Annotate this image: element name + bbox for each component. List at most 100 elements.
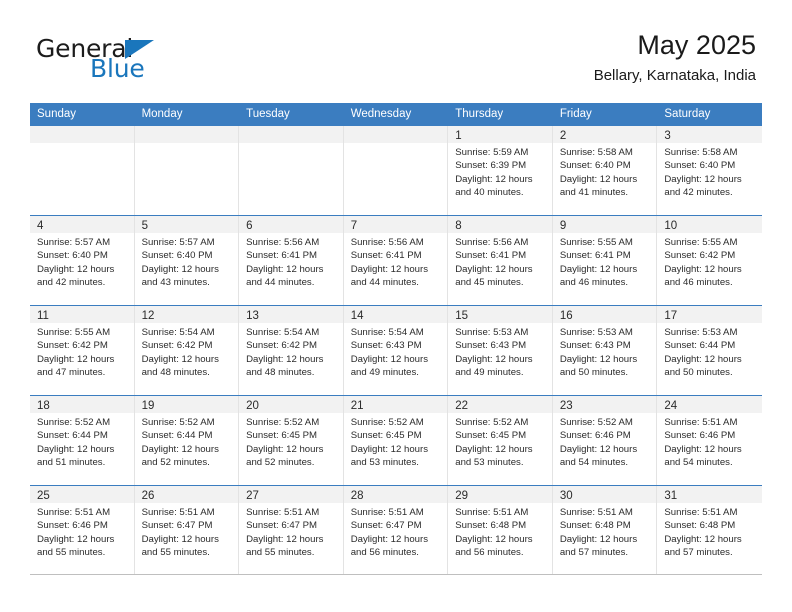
daylight-text-line1: Daylight: 12 hours bbox=[141, 443, 219, 455]
calendar-day-cell[interactable]: 22 Sunrise: 5:52 AM Sunset: 6:45 PM Dayligh… bbox=[448, 396, 553, 485]
day-number: 29 bbox=[455, 490, 469, 502]
day-number: 16 bbox=[559, 310, 573, 322]
calendar-week-row: 11 Sunrise: 5:55 AM Sunset: 6:42 PM Dayligh… bbox=[30, 305, 762, 395]
day-sun-info: Sunrise: 5:51 AM Sunset: 6:48 PM Daylight:… bbox=[657, 503, 762, 560]
day-number: 19 bbox=[141, 400, 155, 412]
sunrise-text: Sunrise: 5:55 AM bbox=[559, 237, 633, 248]
calendar-day-cell[interactable]: 13 Sunrise: 5:54 AM Sunset: 6:42 PM Dayligh… bbox=[239, 306, 344, 395]
day-number-band: 14 bbox=[343, 306, 448, 323]
calendar-day-cell[interactable]: 5 Sunrise: 5:57 AM Sunset: 6:40 PM Daylight… bbox=[134, 216, 240, 305]
calendar-day-cell[interactable]: 12 Sunrise: 5:54 AM Sunset: 6:42 PM Dayligh… bbox=[134, 306, 240, 395]
day-number-band: 19 bbox=[134, 396, 239, 413]
day-sun-info: Sunrise: 5:56 AM Sunset: 6:41 PM Daylight:… bbox=[344, 233, 448, 290]
day-number-band: 30 bbox=[552, 486, 657, 503]
sunset-text: Sunset: 6:41 PM bbox=[455, 250, 527, 262]
day-sun-info: Sunrise: 5:57 AM Sunset: 6:40 PM Daylight:… bbox=[135, 233, 239, 290]
logo-text-blue: Blue bbox=[90, 54, 145, 83]
day-sun-info: Sunrise: 5:52 AM Sunset: 6:44 PM Daylight:… bbox=[135, 413, 239, 470]
calendar-day-cell[interactable]: 3 Sunrise: 5:58 AM Sunset: 6:40 PM Daylight… bbox=[657, 126, 762, 215]
calendar-day-cell[interactable]: 28 Sunrise: 5:51 AM Sunset: 6:47 PM Dayligh… bbox=[343, 486, 449, 574]
day-number-band: 26 bbox=[134, 486, 239, 503]
day-number: 15 bbox=[455, 310, 469, 322]
calendar-day-cell[interactable]: 27 Sunrise: 5:51 AM Sunset: 6:47 PM Dayligh… bbox=[239, 486, 344, 574]
weekday-header-friday: Friday bbox=[559, 108, 592, 120]
daylight-text-line1: Daylight: 12 hours bbox=[664, 533, 742, 545]
day-number-band: 7 bbox=[343, 216, 448, 233]
daylight-text-line2: and 44 minutes. bbox=[246, 277, 315, 289]
daylight-text-line1: Daylight: 12 hours bbox=[350, 263, 429, 275]
sunrise-text: Sunrise: 5:53 AM bbox=[455, 327, 529, 338]
sunset-text: Sunset: 6:48 PM bbox=[664, 520, 736, 532]
calendar-day-cell[interactable]: 26 Sunrise: 5:51 AM Sunset: 6:47 PM Dayligh… bbox=[134, 486, 240, 574]
day-sun-info: Sunrise: 5:53 AM Sunset: 6:43 PM Daylight:… bbox=[553, 323, 657, 380]
daylight-text-line2: and 50 minutes. bbox=[664, 367, 733, 379]
daylight-text-line1: Daylight: 12 hours bbox=[455, 263, 533, 275]
calendar-day-cell[interactable]: 17 Sunrise: 5:53 AM Sunset: 6:44 PM Dayligh… bbox=[657, 306, 762, 395]
day-number-band bbox=[239, 126, 343, 143]
day-sun-info: Sunrise: 5:51 AM Sunset: 6:46 PM Daylight:… bbox=[657, 413, 762, 470]
calendar-day-cell[interactable]: 18 Sunrise: 5:52 AM Sunset: 6:44 PM Dayligh… bbox=[30, 396, 135, 485]
calendar-day-cell[interactable]: 10 Sunrise: 5:55 AM Sunset: 6:42 PM Dayligh… bbox=[657, 216, 762, 305]
daylight-text-line2: and 47 minutes. bbox=[37, 367, 106, 379]
calendar-day-cell[interactable]: 20 Sunrise: 5:52 AM Sunset: 6:45 PM Dayligh… bbox=[239, 396, 344, 485]
sunset-text: Sunset: 6:47 PM bbox=[246, 520, 318, 532]
day-number: 23 bbox=[559, 400, 573, 412]
calendar-day-cell[interactable]: 1 Sunrise: 5:59 AM Sunset: 6:39 PM Daylight… bbox=[448, 126, 553, 215]
sunset-text: Sunset: 6:43 PM bbox=[350, 340, 422, 352]
day-number-band: 28 bbox=[343, 486, 448, 503]
daylight-text-line2: and 49 minutes. bbox=[350, 367, 419, 379]
weekday-header-row: Sunday Monday Tuesday Wednesday Thursday… bbox=[30, 103, 762, 125]
day-sun-info: Sunrise: 5:56 AM Sunset: 6:41 PM Daylight:… bbox=[239, 233, 343, 290]
sunset-text: Sunset: 6:47 PM bbox=[350, 520, 422, 532]
sunset-text: Sunset: 6:42 PM bbox=[37, 340, 108, 352]
calendar-day-cell[interactable]: 8 Sunrise: 5:56 AM Sunset: 6:41 PM Daylight… bbox=[448, 216, 553, 305]
day-sun-info: Sunrise: 5:55 AM Sunset: 6:42 PM Daylight:… bbox=[30, 323, 134, 380]
daylight-text-line2: and 48 minutes. bbox=[141, 367, 210, 379]
day-number: 1 bbox=[455, 130, 462, 142]
calendar-day-cell[interactable]: 19 Sunrise: 5:52 AM Sunset: 6:44 PM Dayligh… bbox=[134, 396, 240, 485]
sunset-text: Sunset: 6:40 PM bbox=[141, 250, 213, 262]
calendar-day-cell[interactable]: 15 Sunrise: 5:53 AM Sunset: 6:43 PM Dayligh… bbox=[448, 306, 553, 395]
calendar-day-cell[interactable]: 7 Sunrise: 5:56 AM Sunset: 6:41 PM Daylight… bbox=[343, 216, 449, 305]
calendar-day-cell[interactable]: 25 Sunrise: 5:51 AM Sunset: 6:46 PM Dayligh… bbox=[30, 486, 135, 574]
calendar-day-cell[interactable]: 11 Sunrise: 5:55 AM Sunset: 6:42 PM Dayligh… bbox=[30, 306, 135, 395]
calendar-day-cell[interactable]: 21 Sunrise: 5:52 AM Sunset: 6:45 PM Dayligh… bbox=[343, 396, 449, 485]
calendar-day-cell[interactable]: 30 Sunrise: 5:51 AM Sunset: 6:48 PM Dayligh… bbox=[552, 486, 658, 574]
calendar-day-cell[interactable]: 31 Sunrise: 5:51 AM Sunset: 6:48 PM Dayligh… bbox=[657, 486, 762, 574]
day-number-band bbox=[134, 126, 239, 143]
calendar-day-cell[interactable]: 4 Sunrise: 5:57 AM Sunset: 6:40 PM Daylight… bbox=[30, 216, 135, 305]
calendar-day-cell[interactable]: 9 Sunrise: 5:55 AM Sunset: 6:41 PM Daylight… bbox=[552, 216, 658, 305]
daylight-text-line1: Daylight: 12 hours bbox=[664, 173, 742, 185]
day-number: 2 bbox=[559, 130, 567, 142]
calendar-grid: Sunday Monday Tuesday Wednesday Thursday… bbox=[30, 103, 762, 575]
day-number-band: 9 bbox=[552, 216, 657, 233]
generalblue-logo[interactable]: General Blue bbox=[36, 36, 236, 88]
calendar-day-cell[interactable]: 24 Sunrise: 5:51 AM Sunset: 6:46 PM Dayligh… bbox=[657, 396, 762, 485]
day-number-band: 3 bbox=[657, 126, 762, 143]
daylight-text-line1: Daylight: 12 hours bbox=[664, 443, 742, 455]
daylight-text-line2: and 56 minutes. bbox=[350, 547, 419, 559]
calendar-day-cell[interactable]: 23 Sunrise: 5:52 AM Sunset: 6:46 PM Dayligh… bbox=[552, 396, 658, 485]
day-number: 20 bbox=[246, 400, 259, 412]
calendar-day-cell[interactable]: 2 Sunrise: 5:58 AM Sunset: 6:40 PM Daylight… bbox=[552, 126, 658, 215]
calendar-day-cell[interactable]: 29 Sunrise: 5:51 AM Sunset: 6:48 PM Dayligh… bbox=[448, 486, 553, 574]
sunrise-text: Sunrise: 5:51 AM bbox=[559, 507, 633, 518]
daylight-text-line1: Daylight: 12 hours bbox=[246, 353, 324, 365]
calendar-day-cell[interactable]: 16 Sunrise: 5:53 AM Sunset: 6:43 PM Dayligh… bbox=[552, 306, 658, 395]
day-number: 7 bbox=[350, 220, 358, 232]
day-number: 17 bbox=[664, 310, 678, 322]
day-number-band bbox=[343, 126, 448, 143]
sunset-text: Sunset: 6:42 PM bbox=[246, 340, 318, 352]
sunrise-text: Sunrise: 5:52 AM bbox=[246, 417, 320, 428]
calendar-day-cell[interactable]: 14 Sunrise: 5:54 AM Sunset: 6:43 PM Dayligh… bbox=[343, 306, 449, 395]
sunrise-text: Sunrise: 5:51 AM bbox=[664, 417, 738, 428]
sunrise-text: Sunrise: 5:51 AM bbox=[350, 507, 424, 518]
day-number: 4 bbox=[37, 220, 44, 232]
day-number: 14 bbox=[350, 310, 364, 322]
calendar-day-cell[interactable]: 6 Sunrise: 5:56 AM Sunset: 6:41 PM Daylight… bbox=[239, 216, 344, 305]
sunset-text: Sunset: 6:42 PM bbox=[664, 250, 736, 262]
day-number: 9 bbox=[559, 220, 567, 232]
sunset-text: Sunset: 6:46 PM bbox=[559, 430, 631, 442]
sunset-text: Sunset: 6:45 PM bbox=[246, 430, 318, 442]
day-sun-info: Sunrise: 5:52 AM Sunset: 6:45 PM Daylight:… bbox=[448, 413, 552, 470]
